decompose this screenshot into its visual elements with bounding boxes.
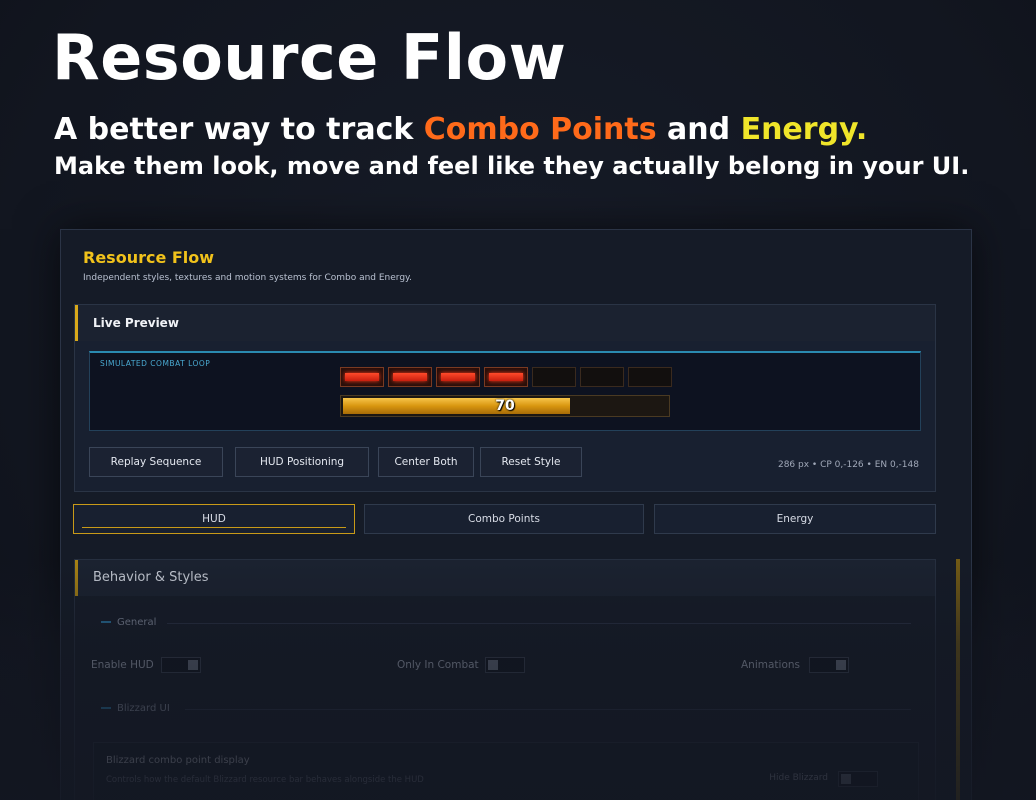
hud-positioning-button[interactable]: HUD Positioning bbox=[235, 447, 369, 477]
tagline-combo-points: Combo Points bbox=[423, 112, 657, 147]
reset-style-button[interactable]: Reset Style bbox=[480, 447, 582, 477]
tab-hud[interactable]: HUD bbox=[73, 504, 355, 534]
hero-subtagline: Make them look, move and feel like they … bbox=[54, 152, 970, 180]
section-divider bbox=[185, 709, 911, 710]
section-dash-icon bbox=[101, 707, 111, 709]
promo-canvas: Resource Flow A better way to track Comb… bbox=[0, 0, 1036, 800]
sim-label: SIMULATED COMBAT LOOP bbox=[100, 359, 211, 368]
tagline-and: and bbox=[656, 112, 741, 147]
hide-blizzard-toggle[interactable] bbox=[838, 771, 878, 787]
energy-bar: 70 bbox=[340, 395, 670, 417]
blizzard-sub-title: Blizzard combo point display bbox=[106, 755, 250, 766]
hide-blizzard-label: Hide Blizzard bbox=[769, 773, 828, 783]
window-subtitle: Independent styles, textures and motion … bbox=[83, 273, 412, 283]
toggle-knob bbox=[188, 660, 198, 670]
only-in-combat-label: Only In Combat bbox=[397, 659, 479, 671]
tab-hud-underline bbox=[82, 527, 346, 528]
addon-window: Resource Flow Independent styles, textur… bbox=[60, 229, 972, 800]
combo-point-segment bbox=[532, 367, 576, 387]
tab-energy[interactable]: Energy bbox=[654, 504, 936, 534]
center-both-button[interactable]: Center Both bbox=[378, 447, 474, 477]
combo-point-segment bbox=[580, 367, 624, 387]
section-general: General bbox=[101, 617, 156, 628]
only-in-combat-toggle[interactable] bbox=[485, 657, 525, 673]
section-blizzard-label: Blizzard UI bbox=[117, 703, 170, 714]
combo-point-segment bbox=[388, 367, 432, 387]
behavior-header: Behavior & Styles bbox=[75, 560, 935, 596]
tab-energy-label: Energy bbox=[776, 513, 814, 525]
window-title: Resource Flow bbox=[83, 248, 215, 267]
combo-point-segment bbox=[628, 367, 672, 387]
energy-value: 70 bbox=[495, 398, 515, 414]
live-preview-header: Live Preview bbox=[75, 305, 935, 341]
tagline-prefix: A better way to track bbox=[54, 112, 424, 147]
scroll-rail[interactable] bbox=[956, 559, 960, 800]
behavior-title: Behavior & Styles bbox=[93, 570, 209, 585]
blizzard-sub-desc: Controls how the default Blizzard resour… bbox=[106, 775, 424, 785]
animations-label: Animations bbox=[741, 659, 801, 671]
toggle-knob bbox=[841, 774, 851, 784]
combo-point-segment bbox=[436, 367, 480, 387]
combo-point-segment bbox=[340, 367, 384, 387]
section-blizzard: Blizzard UI bbox=[101, 703, 170, 714]
section-divider bbox=[167, 623, 911, 624]
section-dash-icon bbox=[101, 621, 111, 623]
live-preview-title: Live Preview bbox=[93, 316, 179, 330]
animations-toggle[interactable] bbox=[809, 657, 849, 673]
simulated-combat-box: SIMULATED COMBAT LOOP 70 bbox=[89, 351, 921, 431]
replay-sequence-button[interactable]: Replay Sequence bbox=[89, 447, 223, 477]
combo-points-row bbox=[340, 367, 672, 387]
tab-combo-points[interactable]: Combo Points bbox=[364, 504, 644, 534]
blizzard-options-box: Blizzard combo point display Controls ho… bbox=[93, 742, 919, 800]
enable-hud-toggle[interactable] bbox=[161, 657, 201, 673]
tab-combo-points-label: Combo Points bbox=[468, 513, 540, 525]
enable-hud-label: Enable HUD bbox=[91, 659, 154, 671]
tagline-energy: Energy. bbox=[740, 112, 868, 147]
hero-title: Resource Flow bbox=[52, 21, 567, 94]
toggle-knob bbox=[488, 660, 498, 670]
position-readout: 286 px • CP 0,-126 • EN 0,-148 bbox=[777, 460, 919, 470]
tab-hud-label: HUD bbox=[202, 513, 226, 525]
behavior-styles-panel: Behavior & Styles General Enable HUD Onl… bbox=[74, 559, 936, 800]
live-preview-panel: Live Preview SIMULATED COMBAT LOOP 70 Re… bbox=[74, 304, 936, 492]
toggle-knob bbox=[836, 660, 846, 670]
combo-point-segment bbox=[484, 367, 528, 387]
section-general-label: General bbox=[117, 617, 157, 628]
hero-tagline: A better way to track Combo Points and E… bbox=[54, 112, 867, 148]
